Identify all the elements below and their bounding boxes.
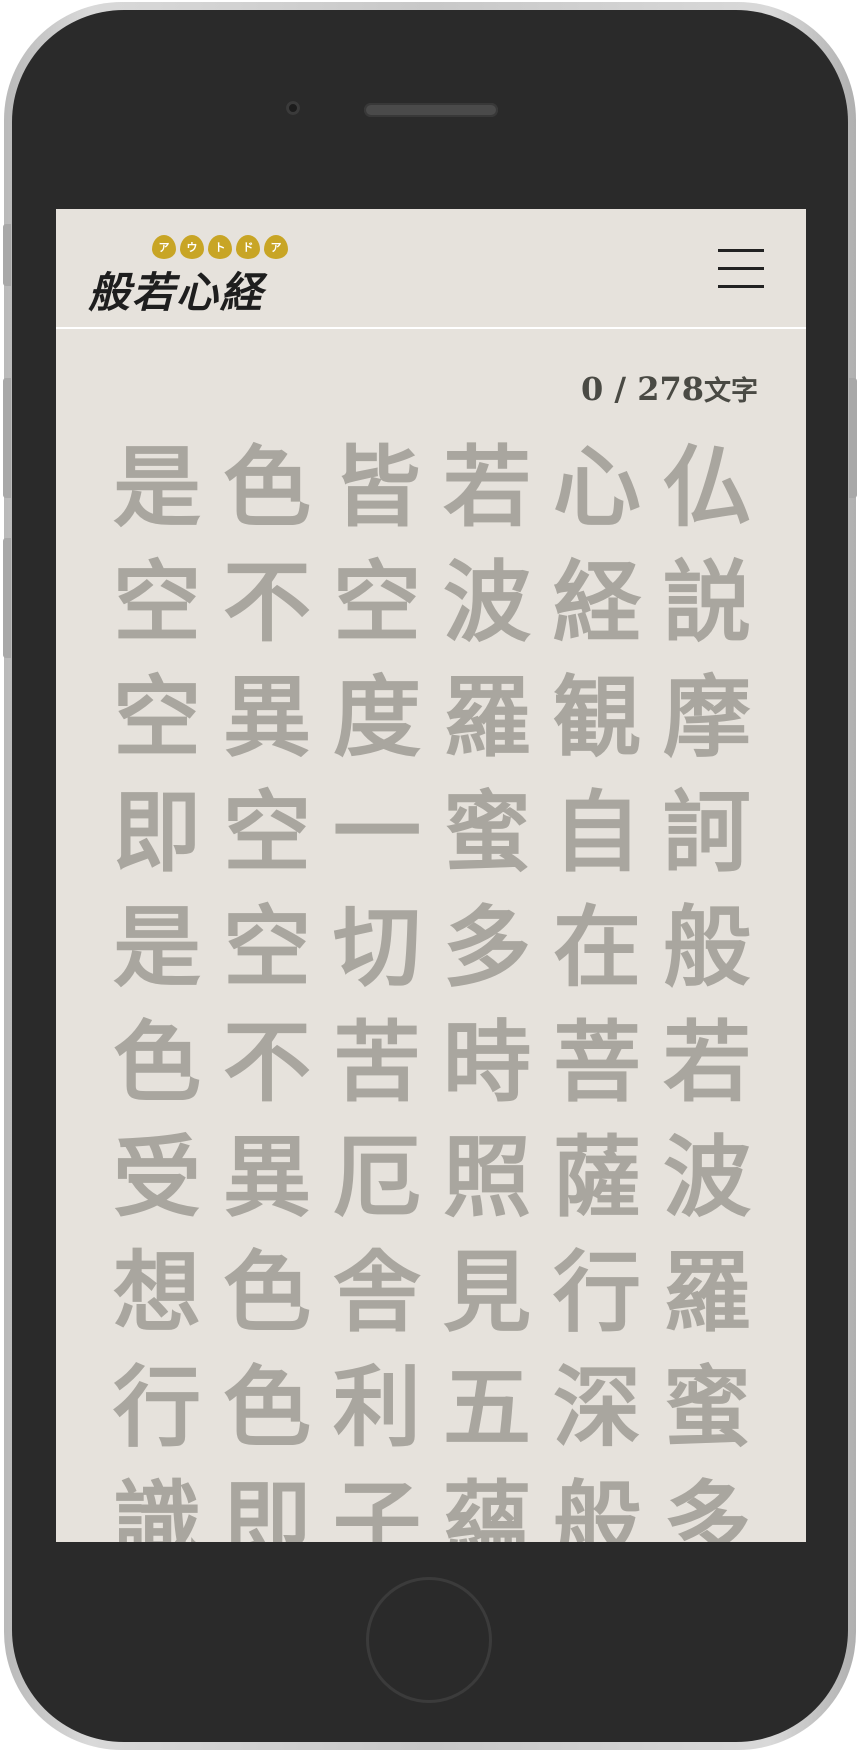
counter-unit: 文字 <box>704 376 758 407</box>
sutra-character[interactable]: 蜜 <box>652 1349 762 1464</box>
power-button <box>849 378 857 498</box>
sutra-character[interactable]: 多 <box>432 889 542 1004</box>
sutra-character[interactable]: 想 <box>102 1234 212 1349</box>
sutra-character[interactable]: 心 <box>542 429 652 544</box>
sutra-character[interactable]: 皆 <box>322 429 432 544</box>
menu-bar <box>718 267 764 270</box>
sutra-character[interactable]: 観 <box>542 659 652 774</box>
sutra-character[interactable]: 空 <box>212 774 322 889</box>
sutra-character[interactable]: 色 <box>102 1004 212 1119</box>
sutra-character[interactable]: 即 <box>102 774 212 889</box>
volume-up-button <box>3 378 11 498</box>
sutra-character[interactable]: 一 <box>322 774 432 889</box>
sutra-character[interactable]: 色 <box>212 1349 322 1464</box>
logo-ruby-char: ア <box>264 235 288 259</box>
menu-bar <box>718 249 764 252</box>
sutra-character[interactable]: 空 <box>102 544 212 659</box>
sutra-character[interactable]: 異 <box>212 1119 322 1234</box>
sutra-character[interactable]: 空 <box>322 544 432 659</box>
sutra-character[interactable]: 般 <box>652 889 762 1004</box>
sutra-character[interactable]: 是 <box>102 429 212 544</box>
sutra-character[interactable]: 若 <box>652 1004 762 1119</box>
earpiece-speaker <box>364 103 498 117</box>
sutra-character[interactable]: 不 <box>212 544 322 659</box>
logo[interactable]: ア ウ ト ド ア 般若心経 <box>88 235 348 317</box>
sutra-character[interactable]: 照 <box>432 1119 542 1234</box>
sutra-character[interactable]: 切 <box>322 889 432 1004</box>
sutra-character[interactable]: 度 <box>322 659 432 774</box>
logo-ruby-char: ア <box>152 235 176 259</box>
sutra-character[interactable]: 説 <box>652 544 762 659</box>
sutra-character[interactable]: 訶 <box>652 774 762 889</box>
home-button[interactable] <box>366 1577 492 1703</box>
sutra-character[interactable]: 色 <box>212 429 322 544</box>
sutra-character[interactable]: 受 <box>102 1119 212 1234</box>
logo-ruby-char: ウ <box>180 235 204 259</box>
counter-current: 0 <box>580 370 604 408</box>
menu-bar <box>718 285 764 288</box>
sutra-character[interactable]: 色 <box>212 1234 322 1349</box>
sutra-character[interactable]: 苦 <box>322 1004 432 1119</box>
sutra-character[interactable]: 子 <box>322 1464 432 1543</box>
sutra-character[interactable]: 蜜 <box>432 774 542 889</box>
sutra-character[interactable]: 是 <box>102 889 212 1004</box>
sutra-character[interactable]: 不 <box>212 1004 322 1119</box>
sutra-character[interactable]: 空 <box>212 889 322 1004</box>
sutra-character[interactable]: 薩 <box>542 1119 652 1234</box>
sutra-character[interactable]: 深 <box>542 1349 652 1464</box>
sutra-character[interactable]: 行 <box>542 1234 652 1349</box>
sutra-character[interactable]: 経 <box>542 544 652 659</box>
sutra-character[interactable]: 波 <box>652 1119 762 1234</box>
app-screen: ア ウ ト ド ア 般若心経 0 / 278文字 仏説摩訶般若波羅蜜多心経観自在… <box>56 209 806 1542</box>
character-counter: 0 / 278文字 <box>581 369 758 408</box>
sutra-character[interactable]: 般 <box>542 1464 652 1543</box>
counter-separator: / <box>614 370 627 408</box>
sutra-character[interactable]: 波 <box>432 544 542 659</box>
sutra-character[interactable]: 若 <box>432 429 542 544</box>
mute-switch <box>3 224 11 286</box>
sutra-character[interactable]: 多 <box>652 1464 762 1543</box>
hamburger-icon[interactable] <box>718 249 764 289</box>
sutra-character[interactable]: 見 <box>432 1234 542 1349</box>
sutra-character[interactable]: 舎 <box>322 1234 432 1349</box>
sutra-character[interactable]: 五 <box>432 1349 542 1464</box>
sutra-character[interactable]: 利 <box>322 1349 432 1464</box>
sutra-character[interactable]: 厄 <box>322 1119 432 1234</box>
sutra-character[interactable]: 羅 <box>652 1234 762 1349</box>
logo-ruby: ア ウ ト ド ア <box>152 235 288 259</box>
sutra-character[interactable]: 菩 <box>542 1004 652 1119</box>
sutra-character[interactable]: 異 <box>212 659 322 774</box>
sutra-character[interactable]: 蘊 <box>432 1464 542 1543</box>
sutra-character[interactable]: 行 <box>102 1349 212 1464</box>
sutra-grid: 仏説摩訶般若波羅蜜多心経観自在菩薩行深般若波羅蜜多時照見五蘊皆空度一切苦厄舎利子… <box>102 429 762 1543</box>
front-camera <box>286 101 300 115</box>
sutra-character[interactable]: 自 <box>542 774 652 889</box>
app-header: ア ウ ト ド ア 般若心経 <box>56 209 806 329</box>
sutra-character[interactable]: 摩 <box>652 659 762 774</box>
sutra-character[interactable]: 羅 <box>432 659 542 774</box>
sutra-character[interactable]: 空 <box>102 659 212 774</box>
logo-title: 般若心経 <box>88 268 265 317</box>
counter-total: 278 <box>637 370 704 408</box>
volume-down-button <box>3 538 11 658</box>
sutra-character[interactable]: 仏 <box>652 429 762 544</box>
logo-ruby-char: ト <box>208 235 232 259</box>
sutra-character[interactable]: 時 <box>432 1004 542 1119</box>
sutra-character[interactable]: 即 <box>212 1464 322 1543</box>
logo-ruby-char: ド <box>236 235 260 259</box>
sutra-character[interactable]: 識 <box>102 1464 212 1543</box>
sutra-character[interactable]: 在 <box>542 889 652 1004</box>
